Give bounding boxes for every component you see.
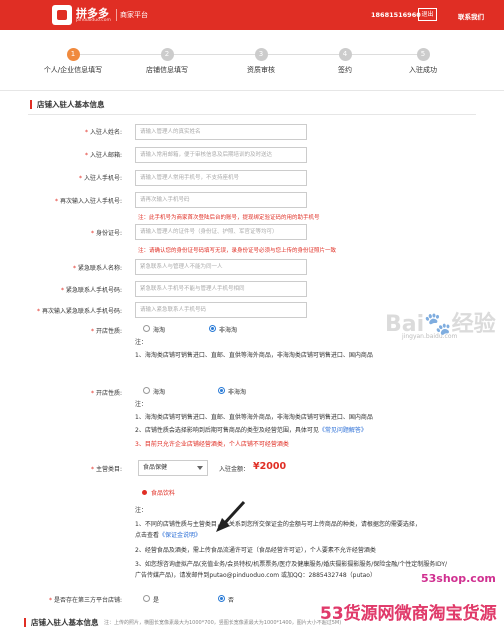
- step-number: 2: [160, 48, 174, 61]
- step-4: 4 签约: [300, 42, 390, 75]
- category-label: * 主营类目:: [91, 466, 122, 473]
- site-watermark: 53shop.com: [421, 572, 496, 585]
- step-number: 5: [416, 48, 430, 61]
- shop-type-label: * 开店性质:: [91, 328, 122, 335]
- pinduoduo-logo-icon[interactable]: [52, 5, 72, 25]
- step-label: 店铺信息填写: [146, 66, 188, 74]
- deposit-value: ¥2000: [253, 461, 287, 472]
- screenshot-gap: [0, 367, 504, 381]
- note2-1b: 点击查看《保证金说明》: [135, 532, 202, 539]
- non-haitao-radio-label: 非海淘: [219, 327, 238, 334]
- annotation-arrow-icon: [216, 500, 246, 532]
- deposit-label: 入驻金额：: [219, 466, 250, 473]
- step-label: 资质审核: [247, 66, 275, 74]
- progress-steps: 1 个人/企业信息填写 2 店铺信息填写 3 资质审核 4 签约 5 入驻成功: [28, 42, 468, 88]
- top-header: 拼多多 pinduoduo.com 商家平台 18681516960 退出 联系…: [0, 0, 504, 30]
- note2-2: 2、经营食品及酒类，需上传食品流通许可证（食品经营许可证），个人要素不允许经营酒…: [135, 547, 376, 554]
- emergency-name-label: * 紧急联系人名称:: [73, 265, 122, 272]
- shop-type-label-2: * 开店性质:: [91, 390, 122, 397]
- note2-3a: 3、如您想咨询虚拟产品(充值业务/会员特权/机票票务/医疗及健康服务/婚庆摄影摄…: [135, 561, 448, 568]
- step-label: 个人/企业信息填写: [43, 66, 103, 74]
- third-party-no-label: 否: [228, 597, 235, 604]
- step-1: 1 个人/企业信息填写: [28, 42, 118, 75]
- emergency-phone-confirm-label: * 再次输入紧急联系人手机号码:: [37, 308, 122, 315]
- phone-confirm-label: * 再次输入入驻人手机号:: [55, 198, 122, 205]
- section-title: 店铺入驻人基本信息: [30, 100, 105, 109]
- step-number: 3: [254, 48, 268, 61]
- phone-note: 注：此手机号为商家首次登陆后台的账号，提现绑定验证码的用的助手机号: [138, 215, 320, 221]
- contact-link[interactable]: 联系我们: [458, 11, 484, 21]
- baidu-url: jingyan.baidu.com: [402, 333, 458, 340]
- note2-head: 注：: [135, 507, 148, 514]
- brand-domain: pinduoduo.com: [76, 18, 111, 23]
- steps-divider: [0, 90, 504, 91]
- haitao-radio-label-2: 海淘: [153, 389, 166, 396]
- note-3: 3、目前只允许企业店铺经营酒类，个人店铺不可经营酒类: [135, 441, 289, 448]
- email-input[interactable]: 请输入常用邮箱，便于审核信息及后期培训的及时送达: [135, 147, 307, 163]
- emergency-phone-label: * 紧急联系人手机号码:: [61, 287, 122, 294]
- note-2: 2、店铺性质会选择影响到后期可售商品的类型及经营范围，具体可见《常见问题解答》: [135, 427, 367, 434]
- phone-label: * 入驻人手机号:: [79, 175, 122, 182]
- third-party-yes-radio[interactable]: [143, 595, 150, 602]
- note-1: 1、海淘类店铺可销售进口、直邮、直供等海外商品，非海淘类店铺可销售进口、国内商品: [135, 414, 373, 421]
- header-divider: [116, 9, 117, 21]
- name-label: * 入驻人姓名:: [85, 129, 122, 136]
- step-2: 2 店铺信息填写: [122, 42, 212, 75]
- emergency-phone-input[interactable]: 紧急联系人手机号不能与管理人手机号相同: [135, 281, 307, 297]
- user-phone: 18681516960: [371, 11, 421, 19]
- subcategory-tag[interactable]: 食品饮料: [151, 488, 175, 497]
- bottom-section-hint: 注：上传的照片，横图长宽像素最大为1000*700，竖图长宽像素最大为1000*…: [104, 620, 342, 626]
- banner-watermark: 53货源网微商淘宝货源: [320, 599, 497, 624]
- emergency-phone-confirm-input[interactable]: 请输入紧急联系人手机号码: [135, 302, 307, 318]
- phone-confirm-input[interactable]: 请再次输入手机号码: [135, 192, 307, 208]
- shop-type-note-head: 注：: [135, 339, 148, 346]
- note-head: 注：: [135, 401, 148, 408]
- section-divider: [28, 114, 476, 115]
- step-3: 3 资质审核: [216, 42, 306, 75]
- category-select[interactable]: 食品保健: [138, 460, 208, 476]
- subcategory-dot-icon: [142, 490, 147, 495]
- logout-button[interactable]: 退出: [418, 8, 437, 21]
- step-label: 入驻成功: [409, 66, 437, 74]
- note2-1a: 1、不同的店铺性质与主营类目，将关系到您所交保证金的金额与可上传商品的种类，请根…: [135, 521, 421, 528]
- non-haitao-radio-label-2: 非海淘: [228, 389, 247, 396]
- haitao-radio-label: 海淘: [153, 327, 166, 334]
- non-haitao-radio-2[interactable]: [218, 387, 225, 394]
- haitao-radio-2[interactable]: [143, 387, 150, 394]
- id-note: 注：请确认您的身份证号码填写无误，录身份证号必须与您上传的身份证照片一致: [138, 248, 337, 254]
- third-party-label: * 是否存在第三方平台店铺:: [49, 597, 122, 604]
- id-label: * 身份证号:: [91, 230, 122, 237]
- id-input[interactable]: 请输入管理人的证件号（身份证、护照、军官证等均可）: [135, 224, 307, 240]
- third-party-yes-label: 是: [153, 597, 160, 604]
- email-label: * 入驻人邮箱:: [85, 152, 122, 159]
- deposit-link[interactable]: 《保证金说明》: [159, 532, 201, 539]
- step-label: 签约: [338, 66, 352, 74]
- haitao-radio[interactable]: [143, 325, 150, 332]
- emergency-name-input[interactable]: 紧急联系人与管理人不能为同一人: [135, 259, 307, 275]
- step-number: 4: [338, 48, 352, 61]
- phone-input[interactable]: 请输入管理人常用手机号，不支持座机号: [135, 170, 307, 186]
- step-5: 5 入驻成功: [378, 42, 468, 75]
- chevron-down-icon: [197, 466, 203, 470]
- platform-title: 商家平台: [120, 11, 148, 19]
- third-party-no-radio[interactable]: [218, 595, 225, 602]
- note2-3b: 广告传媒产品)，请发邮件到putao@pinduoduo.com 或加QQ：28…: [135, 572, 376, 579]
- bottom-section-title: 店铺入驻人基本信息: [24, 618, 99, 627]
- shop-type-note-1: 1、海淘类店铺可销售进口、直邮、直供等海外商品，非海淘类店铺可销售进口、国内商品: [135, 352, 373, 359]
- name-input[interactable]: 请输入管理人的真实姓名: [135, 124, 307, 140]
- faq-link[interactable]: 《常见问题解答》: [319, 427, 367, 434]
- non-haitao-radio[interactable]: [209, 325, 216, 332]
- step-number: 1: [66, 48, 80, 61]
